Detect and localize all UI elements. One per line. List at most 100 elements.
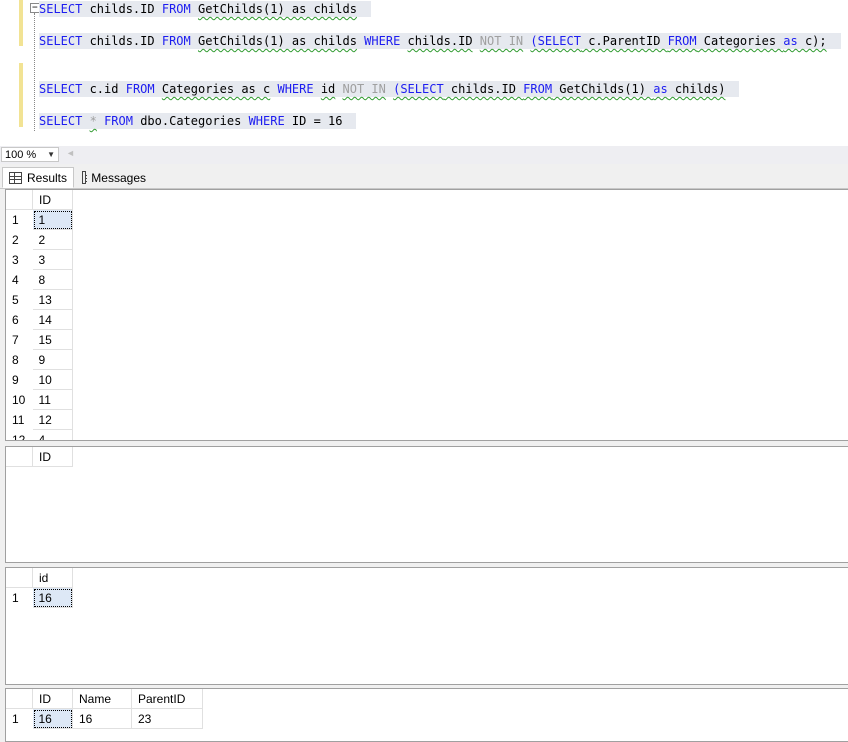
grid-corner[interactable] bbox=[6, 447, 33, 467]
row-number[interactable]: 1 bbox=[6, 708, 33, 729]
table-cell[interactable]: 9 bbox=[32, 349, 73, 370]
table-row[interactable]: 11 12 bbox=[6, 409, 73, 430]
code-line-3[interactable]: SELECT c.id FROM Categories as c WHERE i… bbox=[39, 81, 740, 97]
column-header[interactable]: ID bbox=[32, 190, 73, 210]
table-cell[interactable]: 16 bbox=[32, 587, 73, 608]
table-row[interactable]: 12 4 bbox=[6, 429, 73, 440]
table-row[interactable]: 5 13 bbox=[6, 289, 73, 310]
result-table[interactable]: id 1 16 bbox=[6, 568, 73, 608]
tab-results[interactable]: Results bbox=[2, 167, 74, 188]
table-row[interactable]: 22 bbox=[6, 229, 73, 250]
tab-messages[interactable]: Messages bbox=[76, 167, 152, 188]
row-number[interactable]: 10 bbox=[6, 389, 33, 410]
table-cell[interactable]: 10 bbox=[32, 369, 73, 390]
code-token: WHERE bbox=[364, 34, 401, 48]
outline-guide bbox=[34, 13, 36, 131]
row-number[interactable]: 9 bbox=[6, 369, 33, 390]
code-line-4[interactable]: SELECT * FROM dbo.Categories WHERE ID = … bbox=[39, 113, 357, 129]
code-token: FROM bbox=[161, 2, 191, 16]
row-number[interactable]: 5 bbox=[6, 289, 33, 310]
code-token: c.id bbox=[82, 82, 126, 96]
table-cell[interactable]: 14 bbox=[32, 309, 73, 330]
table-row[interactable]: 11 bbox=[6, 209, 73, 230]
row-number[interactable]: 2 bbox=[6, 229, 33, 250]
tab-results-label: Results bbox=[26, 170, 67, 185]
code-line-1[interactable]: SELECT childs.ID FROM GetChilds(1) as ch… bbox=[39, 1, 371, 17]
table-cell[interactable]: 11 bbox=[32, 389, 73, 410]
result-grid-2[interactable]: ID bbox=[5, 446, 848, 563]
row-number[interactable]: 1 bbox=[6, 209, 33, 230]
table-cell[interactable]: 8 bbox=[32, 269, 73, 290]
row-number[interactable]: 11 bbox=[6, 409, 33, 430]
table-cell[interactable]: 16 bbox=[72, 708, 132, 729]
row-number[interactable]: 7 bbox=[6, 329, 33, 350]
table-cell[interactable]: 4 bbox=[32, 429, 73, 440]
result-grid-4[interactable]: ID Name ParentID 1 16 16 23 bbox=[5, 688, 848, 742]
result-table[interactable]: ID bbox=[6, 447, 73, 467]
table-row[interactable]: 33 bbox=[6, 249, 73, 270]
code-token: ID = 16 bbox=[284, 114, 343, 128]
scroll-left-arrow-icon[interactable]: ◄ bbox=[66, 148, 75, 158]
table-row[interactable]: 89 bbox=[6, 349, 73, 370]
table-cell[interactable]: 15 bbox=[32, 329, 73, 350]
table-cell[interactable]: 1 bbox=[32, 209, 73, 230]
grid-corner[interactable] bbox=[6, 568, 33, 588]
table-cell[interactable]: 23 bbox=[131, 708, 203, 729]
grid-corner[interactable] bbox=[6, 190, 33, 210]
table-row[interactable]: 48 bbox=[6, 269, 73, 290]
change-indicator-bar bbox=[19, 0, 23, 46]
code-token: GetChilds(1) bbox=[552, 82, 654, 96]
header-row: ID Name ParentID bbox=[6, 689, 203, 709]
row-number[interactable]: 3 bbox=[6, 249, 33, 270]
table-row[interactable]: 6 14 bbox=[6, 309, 73, 330]
column-header[interactable]: Name bbox=[72, 689, 132, 709]
chevron-down-icon: ▼ bbox=[47, 150, 55, 159]
code-token: c); bbox=[797, 34, 827, 48]
header-row: ID bbox=[6, 447, 73, 467]
zoom-dropdown[interactable]: 100 % ▼ bbox=[1, 147, 59, 162]
column-header[interactable]: ID bbox=[32, 447, 73, 467]
header-row: id bbox=[6, 568, 73, 588]
code-token: NOT IN bbox=[479, 34, 524, 48]
row-number[interactable]: 6 bbox=[6, 309, 33, 330]
result-table[interactable]: ID Name ParentID 1 16 16 23 bbox=[6, 689, 203, 729]
row-number[interactable]: 4 bbox=[6, 269, 33, 290]
query-editor[interactable]: − SELECT childs.ID FROM GetChilds(1) as … bbox=[0, 0, 848, 146]
table-cell[interactable]: 16 bbox=[32, 708, 73, 729]
table-row[interactable]: 9 10 bbox=[6, 369, 73, 390]
code-line-2[interactable]: SELECT childs.ID FROM GetChilds(1) as ch… bbox=[39, 33, 841, 49]
result-grid-1[interactable]: ID 1 1 2 2 3 3 4 8 5 13 6 14 7 15 8 9 9 10 10 11 11 12 12 4 bbox=[5, 189, 848, 441]
row-number[interactable]: 12 bbox=[6, 429, 33, 440]
table-row[interactable]: 1 16 16 23 bbox=[6, 708, 203, 729]
table-row[interactable]: 10 11 bbox=[6, 389, 73, 410]
editor-status-strip: 100 % ▼ ◄ bbox=[0, 146, 848, 164]
code-token: SELECT bbox=[39, 82, 83, 96]
result-grid-3[interactable]: id 1 16 bbox=[5, 567, 848, 685]
code-token: FROM bbox=[667, 34, 697, 48]
column-header[interactable]: ParentID bbox=[131, 689, 203, 709]
row-number[interactable]: 8 bbox=[6, 349, 33, 370]
table-row[interactable]: 1 16 bbox=[6, 587, 73, 608]
zoom-value: 100 % bbox=[5, 149, 37, 161]
code-token: WHERE bbox=[248, 114, 285, 128]
code-token: FROM bbox=[161, 34, 191, 48]
column-header[interactable]: id bbox=[32, 568, 73, 588]
table-cell[interactable]: 12 bbox=[32, 409, 73, 430]
code-token: c.ParentID bbox=[580, 34, 668, 48]
table-cell[interactable]: 2 bbox=[32, 229, 73, 250]
result-table[interactable]: ID 1 1 2 2 3 3 4 8 5 13 6 14 7 15 8 9 9 10 10 11 11 12 12 4 bbox=[6, 190, 73, 440]
table-row[interactable]: 7 15 bbox=[6, 329, 73, 350]
code-token: (SELECT bbox=[530, 34, 581, 48]
row-number[interactable]: 1 bbox=[6, 587, 33, 608]
table-cell[interactable]: 3 bbox=[32, 249, 73, 270]
code-token: childs) bbox=[667, 82, 726, 96]
grid-corner[interactable] bbox=[6, 689, 33, 709]
code-token: GetChilds(1) as childs bbox=[197, 2, 357, 16]
column-header[interactable]: ID bbox=[32, 689, 73, 709]
code-token: childs.ID bbox=[443, 82, 524, 96]
code-token: FROM bbox=[125, 82, 155, 96]
table-cell[interactable]: 13 bbox=[32, 289, 73, 310]
